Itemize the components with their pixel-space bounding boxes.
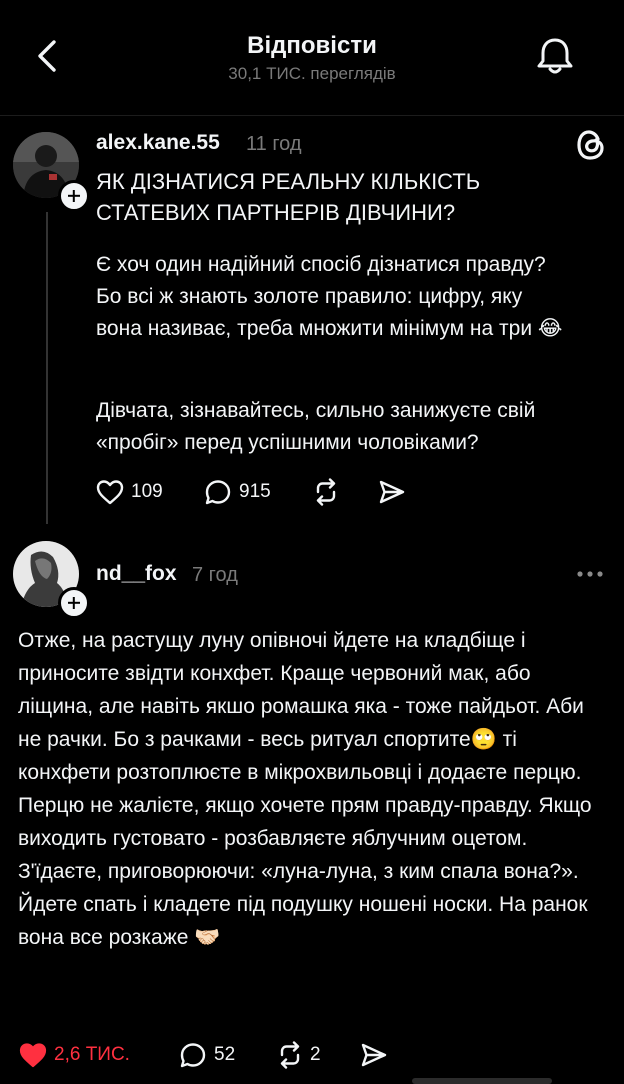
share-icon <box>379 480 405 504</box>
follow-plus-icon[interactable] <box>58 587 90 619</box>
comment-count: 52 <box>214 1044 236 1065</box>
follow-plus-icon[interactable] <box>58 180 90 212</box>
like-count: 109 <box>131 481 163 502</box>
page-title: Відповісти <box>247 32 377 59</box>
heart-icon <box>19 1043 47 1068</box>
post-username[interactable]: alex.kane.55 <box>96 131 220 155</box>
bell-icon[interactable] <box>534 34 576 78</box>
header-divider <box>0 115 624 116</box>
reply-username[interactable]: nd__fox <box>96 562 177 586</box>
top-bar: Відповісти 30,1 ТИС. переглядів <box>0 0 624 110</box>
post-title: ЯК ДІЗНАТИСЯ РЕАЛЬНУ КІЛЬКІСТЬ СТАТЕВИХ … <box>96 169 481 225</box>
like-count: 2,6 ТИС. <box>54 1044 130 1065</box>
repost-button[interactable]: 2 <box>276 1041 321 1069</box>
comment-icon <box>205 480 231 505</box>
reply-text: Отже, на растущу луну опівночі йдете на … <box>18 629 592 949</box>
post-paragraph-1: Є хоч один надійний спосіб дізнатися пра… <box>96 253 563 340</box>
repost-button[interactable] <box>312 478 340 506</box>
threads-logo-icon[interactable] <box>575 128 607 162</box>
home-indicator <box>412 1078 552 1084</box>
comment-button[interactable]: 52 <box>178 1041 235 1069</box>
comment-count: 915 <box>239 481 271 502</box>
repost-icon <box>316 478 336 506</box>
like-button[interactable]: 2,6 ТИС. <box>18 1041 130 1069</box>
post-paragraph-2: Дівчата, зізнавайтесь, сильно занижуєте … <box>96 399 536 454</box>
reply-time: 7 год <box>192 564 238 586</box>
heart-icon <box>96 480 124 505</box>
thread-line <box>46 212 48 524</box>
like-button[interactable]: 109 <box>95 478 163 506</box>
post-time: 11 год <box>246 133 302 155</box>
views-count: 30,1 ТИС. переглядів <box>228 64 396 83</box>
repost-count: 2 <box>310 1044 321 1065</box>
share-icon <box>361 1043 387 1067</box>
share-button[interactable] <box>378 478 406 506</box>
comment-button[interactable]: 915 <box>203 478 271 506</box>
comment-icon <box>180 1043 206 1068</box>
repost-icon <box>280 1041 300 1069</box>
share-button[interactable] <box>360 1041 388 1069</box>
more-dots-icon[interactable] <box>574 564 606 584</box>
